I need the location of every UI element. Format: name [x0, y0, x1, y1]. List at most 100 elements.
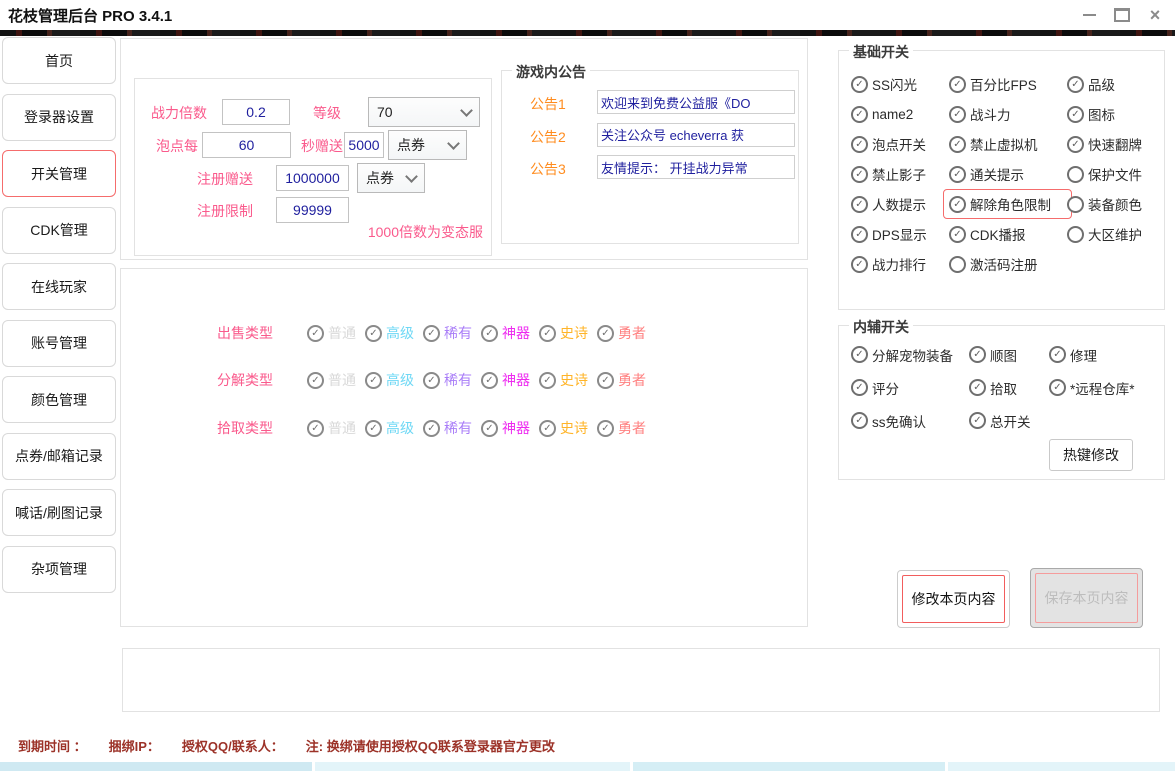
switch-item[interactable]: 图标: [1067, 104, 1175, 124]
sidebar-item-label: 杂项管理: [31, 559, 87, 579]
gift-currency-select[interactable]: 点券: [388, 130, 467, 160]
type-option[interactable]: 史诗: [539, 323, 588, 343]
checkbox-checked-icon: [1049, 346, 1066, 363]
switch-item[interactable]: 评分: [851, 378, 969, 398]
checkbox-checked-icon: [423, 325, 440, 342]
maximize-button[interactable]: [1114, 7, 1130, 23]
type-option[interactable]: 高级: [365, 323, 414, 343]
switch-item[interactable]: CDK播报: [949, 224, 1067, 244]
sidebar-item-label: 点券/邮箱记录: [15, 446, 103, 466]
switch-item[interactable]: 解除角色限制: [943, 189, 1072, 219]
switch-item[interactable]: 保护文件: [1067, 164, 1175, 184]
switch-item[interactable]: DPS显示: [851, 224, 949, 244]
announcement-input[interactable]: 欢迎来到免费公益服《DO: [597, 90, 795, 114]
type-option[interactable]: 神器: [481, 418, 530, 438]
switch-item[interactable]: 拾取: [969, 378, 1049, 398]
switch-item[interactable]: 禁止影子: [851, 164, 949, 184]
register-limit-label: 注册限制: [197, 201, 253, 221]
switch-item[interactable]: SS闪光: [851, 74, 949, 94]
type-option[interactable]: 稀有: [423, 370, 472, 390]
close-button[interactable]: ×: [1147, 7, 1163, 23]
type-option[interactable]: 高级: [365, 370, 414, 390]
checkbox-checked-icon: [539, 325, 556, 342]
type-option[interactable]: 稀有: [423, 323, 472, 343]
save-page-button[interactable]: 保存本页内容: [1030, 568, 1143, 628]
switch-item[interactable]: 修理: [1049, 345, 1166, 365]
switch-item[interactable]: name2: [851, 106, 949, 123]
checkbox-checked-icon: [949, 226, 966, 243]
switch-item[interactable]: 战力排行: [851, 254, 949, 274]
switch-item[interactable]: 装备颜色: [1067, 194, 1175, 214]
switch-item[interactable]: 总开关: [969, 411, 1049, 431]
sidebar-item[interactable]: 喊话/刷图记录: [2, 489, 116, 536]
sidebar-item[interactable]: 点券/邮箱记录: [2, 433, 116, 480]
sidebar-item[interactable]: 首页: [2, 37, 116, 84]
switch-item[interactable]: 大区维护: [1067, 224, 1175, 244]
switch-label: 装备颜色: [1088, 194, 1142, 214]
type-option[interactable]: 神器: [481, 370, 530, 390]
log-panel: [122, 648, 1160, 712]
register-gift-label: 注册赠送: [197, 169, 253, 189]
type-option[interactable]: 勇者: [597, 370, 646, 390]
type-option[interactable]: 高级: [365, 418, 414, 438]
type-row: 出售类型 普通 高级 稀有 神器 史诗 勇者: [217, 321, 646, 345]
switch-item[interactable]: *远程仓库*: [1049, 378, 1166, 398]
switch-item[interactable]: 激活码注册: [949, 254, 1067, 274]
type-option-label: 高级: [386, 418, 414, 438]
type-option[interactable]: 稀有: [423, 418, 472, 438]
type-option[interactable]: 普通: [307, 370, 356, 390]
sidebar-item[interactable]: 登录器设置: [2, 94, 116, 141]
switch-item[interactable]: 分解宠物装备: [851, 345, 969, 365]
modify-page-button[interactable]: 修改本页内容: [897, 570, 1010, 628]
switch-item[interactable]: 百分比FPS: [949, 74, 1067, 94]
register-limit-input[interactable]: 99999: [276, 197, 349, 223]
sidebar-item[interactable]: 在线玩家: [2, 263, 116, 310]
minimize-icon: [1083, 14, 1096, 16]
checkbox-checked-icon: [597, 372, 614, 389]
type-option[interactable]: 普通: [307, 418, 356, 438]
switch-item[interactable]: 人数提示: [851, 194, 949, 214]
sidebar-item[interactable]: 账号管理: [2, 320, 116, 367]
switch-label: DPS显示: [872, 224, 927, 244]
switch-item[interactable]: ss免确认: [851, 411, 969, 431]
register-gift-input[interactable]: 1000000: [276, 165, 349, 191]
switch-item[interactable]: 快速翻牌: [1067, 134, 1175, 154]
register-currency-select[interactable]: 点券: [357, 163, 425, 193]
switch-item[interactable]: 泡点开关: [851, 134, 949, 154]
switch-item[interactable]: 通关提示: [949, 164, 1067, 184]
type-row: 拾取类型 普通 高级 稀有 神器 史诗 勇者: [217, 416, 646, 440]
announcement-input[interactable]: 关注公众号 echeverra 获: [597, 123, 795, 147]
switch-label: 大区维护: [1088, 224, 1142, 244]
type-option[interactable]: 史诗: [539, 418, 588, 438]
minimize-button[interactable]: [1081, 7, 1097, 23]
power-ratio-input[interactable]: 0.2: [222, 99, 290, 125]
seconds-gift-label: 秒赠送: [301, 136, 343, 156]
sidebar-item[interactable]: 杂项管理: [2, 546, 116, 593]
gift-amount-input[interactable]: 5000: [344, 132, 384, 158]
checkbox-checked-icon: [423, 420, 440, 437]
type-option-label: 勇者: [618, 323, 646, 343]
type-option-label: 神器: [502, 418, 530, 438]
sidebar-item[interactable]: 开关管理: [2, 150, 116, 197]
hotkey-modify-button[interactable]: 热键修改: [1049, 439, 1133, 471]
sidebar-item[interactable]: 颜色管理: [2, 376, 116, 423]
switch-item[interactable]: 战斗力: [949, 104, 1067, 124]
checkbox-checked-icon: [851, 412, 868, 429]
switch-label: 总开关: [990, 411, 1031, 431]
type-option[interactable]: 勇者: [597, 323, 646, 343]
type-option[interactable]: 史诗: [539, 370, 588, 390]
switch-item[interactable]: 品级: [1067, 74, 1175, 94]
pop-interval-input[interactable]: 60: [202, 132, 291, 158]
sidebar-item[interactable]: CDK管理: [2, 207, 116, 254]
level-select[interactable]: 70: [368, 97, 480, 127]
type-option[interactable]: 普通: [307, 323, 356, 343]
announcement-input[interactable]: 友情提示： 开挂战力异常: [597, 155, 795, 179]
type-option[interactable]: 勇者: [597, 418, 646, 438]
switch-item[interactable]: 顺图: [969, 345, 1049, 365]
checkbox-checked-icon: [851, 196, 868, 213]
chevron-down-icon: [405, 170, 418, 183]
switch-item[interactable]: 禁止虚拟机: [949, 134, 1067, 154]
server-settings-box: 战力倍数 0.2 等级 70 泡点每 60 秒赠送 5000 点券 注册赠送 1…: [134, 78, 492, 256]
type-option[interactable]: 神器: [481, 323, 530, 343]
switch-label: 拾取: [990, 378, 1017, 398]
